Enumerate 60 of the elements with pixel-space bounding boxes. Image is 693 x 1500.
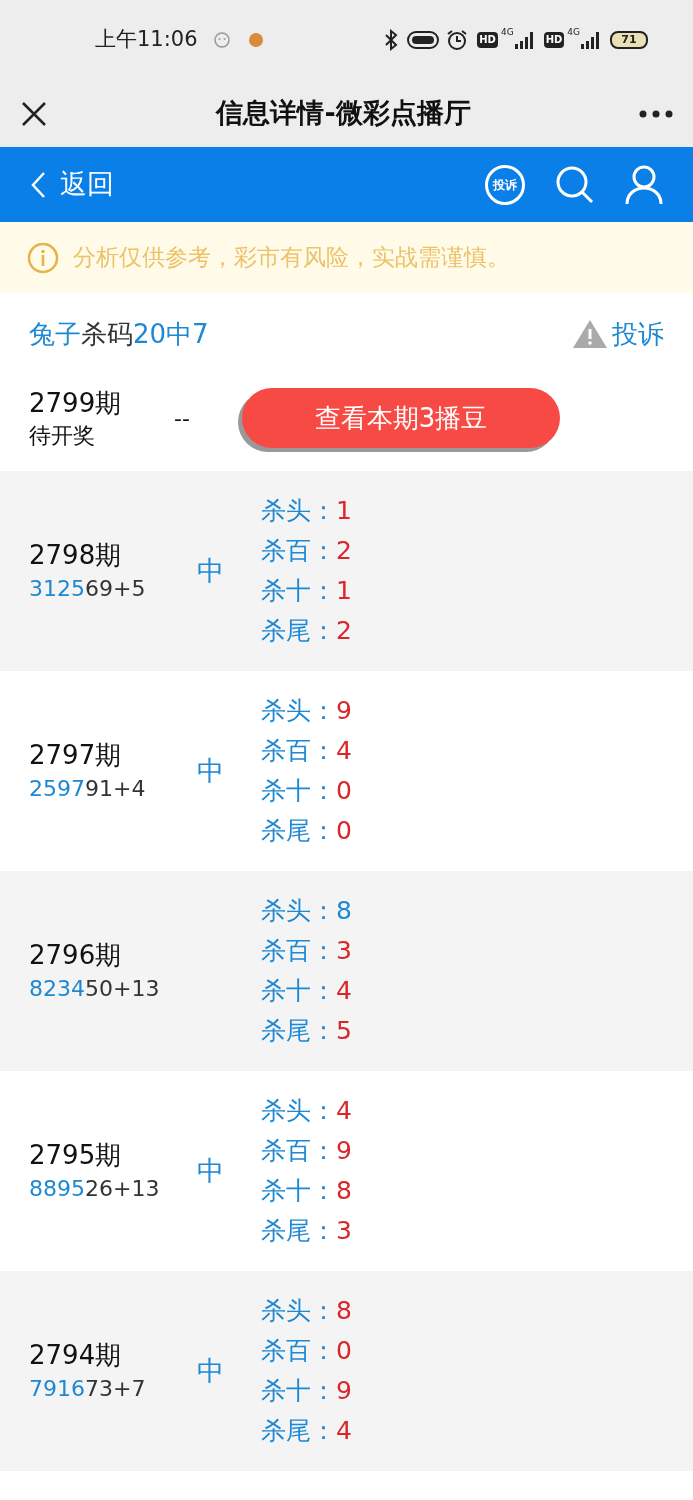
kill-entry: 杀十：8 — [261, 1175, 352, 1207]
window-title: 信息详情-微彩点播厅 — [214, 96, 472, 131]
network-label: 4G — [567, 26, 580, 39]
clock-time: 上午11:06 — [95, 26, 198, 54]
kill-entry: 杀尾：5 — [261, 1015, 352, 1047]
draw-number: 259791+4 — [29, 775, 147, 803]
kill-entry: 杀头：4 — [261, 1095, 352, 1127]
kill-entry: 杀百：9 — [261, 1135, 352, 1167]
kill-entry: 杀百：4 — [261, 735, 352, 767]
kill-entry: 杀头：9 — [261, 695, 352, 727]
more-icon[interactable] — [639, 109, 673, 118]
draw-number: 791673+7 — [29, 1375, 147, 1403]
kill-entry: 杀尾：2 — [261, 615, 352, 647]
period-label: 2797期 — [29, 739, 123, 772]
signal-icon — [513, 30, 536, 50]
battery-indicator: 71 — [610, 31, 648, 49]
draw-number: 889526+13 — [29, 1175, 161, 1203]
kill-entry: 杀头：8 — [261, 895, 352, 927]
kill-entry: 杀头：8 — [261, 1295, 352, 1327]
report-button[interactable]: 投诉 — [485, 164, 525, 205]
report-link[interactable]: 投诉 — [572, 314, 664, 354]
info-icon — [27, 241, 59, 274]
signal-icon — [580, 30, 602, 50]
hit-mark: 中 — [197, 1154, 224, 1186]
kill-entry: 杀尾：4 — [261, 1415, 352, 1447]
kill-entry: 杀百：2 — [261, 535, 352, 567]
period-label: 2796期 — [29, 939, 123, 972]
kill-entry: 杀百：0 — [261, 1335, 352, 1367]
period-label: 2795期 — [29, 1139, 123, 1172]
close-icon[interactable] — [20, 99, 48, 128]
draw-status: 待开奖 — [29, 422, 96, 450]
kill-entry: 杀百：3 — [261, 935, 352, 967]
kill-entry: 杀头：1 — [261, 495, 352, 527]
result-text: -- — [174, 404, 191, 433]
search-icon[interactable] — [555, 164, 595, 205]
hit-mark: 中 — [197, 754, 224, 786]
period-label: 2799期 — [29, 387, 123, 420]
period-label: 2794期 — [29, 1339, 123, 1372]
back-icon — [30, 170, 46, 199]
hd-badge: HD — [477, 32, 498, 48]
toggle-icon — [407, 31, 440, 49]
warning-icon — [572, 319, 608, 349]
kill-entry: 杀十：9 — [261, 1375, 352, 1407]
kill-entry: 杀尾：0 — [261, 815, 352, 847]
notice-text: 分析仅供参考，彩市有风险，实战需谨慎。 — [73, 243, 510, 273]
draw-number: 823450+13 — [29, 975, 161, 1003]
notification-icon — [211, 30, 232, 50]
expert-title: 兔子杀码20中7 — [29, 317, 209, 351]
kill-entry: 杀十：4 — [261, 975, 352, 1007]
hit-mark: 中 — [197, 1354, 224, 1386]
kill-entry: 杀尾：3 — [261, 1215, 352, 1247]
network-label: 4G — [500, 26, 514, 39]
user-icon[interactable] — [625, 164, 663, 205]
hit-mark: 中 — [197, 554, 224, 586]
draw-number: 312569+5 — [29, 575, 147, 603]
back-button[interactable]: 返回 — [30, 164, 114, 205]
period-label: 2798期 — [29, 539, 123, 572]
kill-entry: 杀十：0 — [261, 775, 352, 807]
kill-entry: 杀十：1 — [261, 575, 352, 607]
hd-badge: HD — [543, 32, 565, 48]
